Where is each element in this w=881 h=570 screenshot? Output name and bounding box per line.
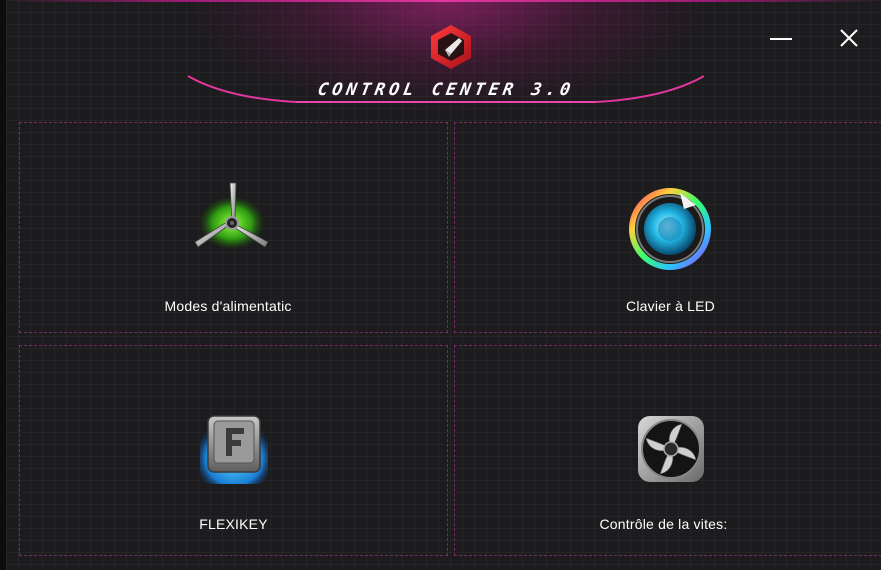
tile-led-keyboard[interactable]: Clavier à LED [454,122,881,333]
close-button[interactable] [835,24,863,52]
minimize-button[interactable] [767,24,795,52]
fan-propeller-icon [194,182,269,250]
tile-power-modes-label: Modes d'alimentatic [164,298,292,314]
tile-led-keyboard-label: Clavier à LED [626,298,715,314]
app-title: CONTROL CENTER 3.0 [316,80,576,100]
tile-fan-speed[interactable]: Contrôle de la vites: [454,345,881,556]
tile-power-modes[interactable]: Modes d'alimentatic [19,122,448,333]
flexikey-icon [200,415,268,484]
fan-speed-icon [638,416,704,482]
tile-flexikey[interactable]: FLEXIKEY [19,345,448,556]
led-keyboard-icon [629,188,711,270]
close-icon [840,29,858,47]
app-header: CONTROL CENTER 3.0 [186,0,706,110]
tile-flexikey-label: FLEXIKEY [199,516,268,532]
tile-fan-speed-label: Contrôle de la vites: [599,516,728,532]
control-center-window: CONTROL CENTER 3.0 Modes d'alimentatic C… [0,0,881,570]
minimize-icon [770,38,792,40]
